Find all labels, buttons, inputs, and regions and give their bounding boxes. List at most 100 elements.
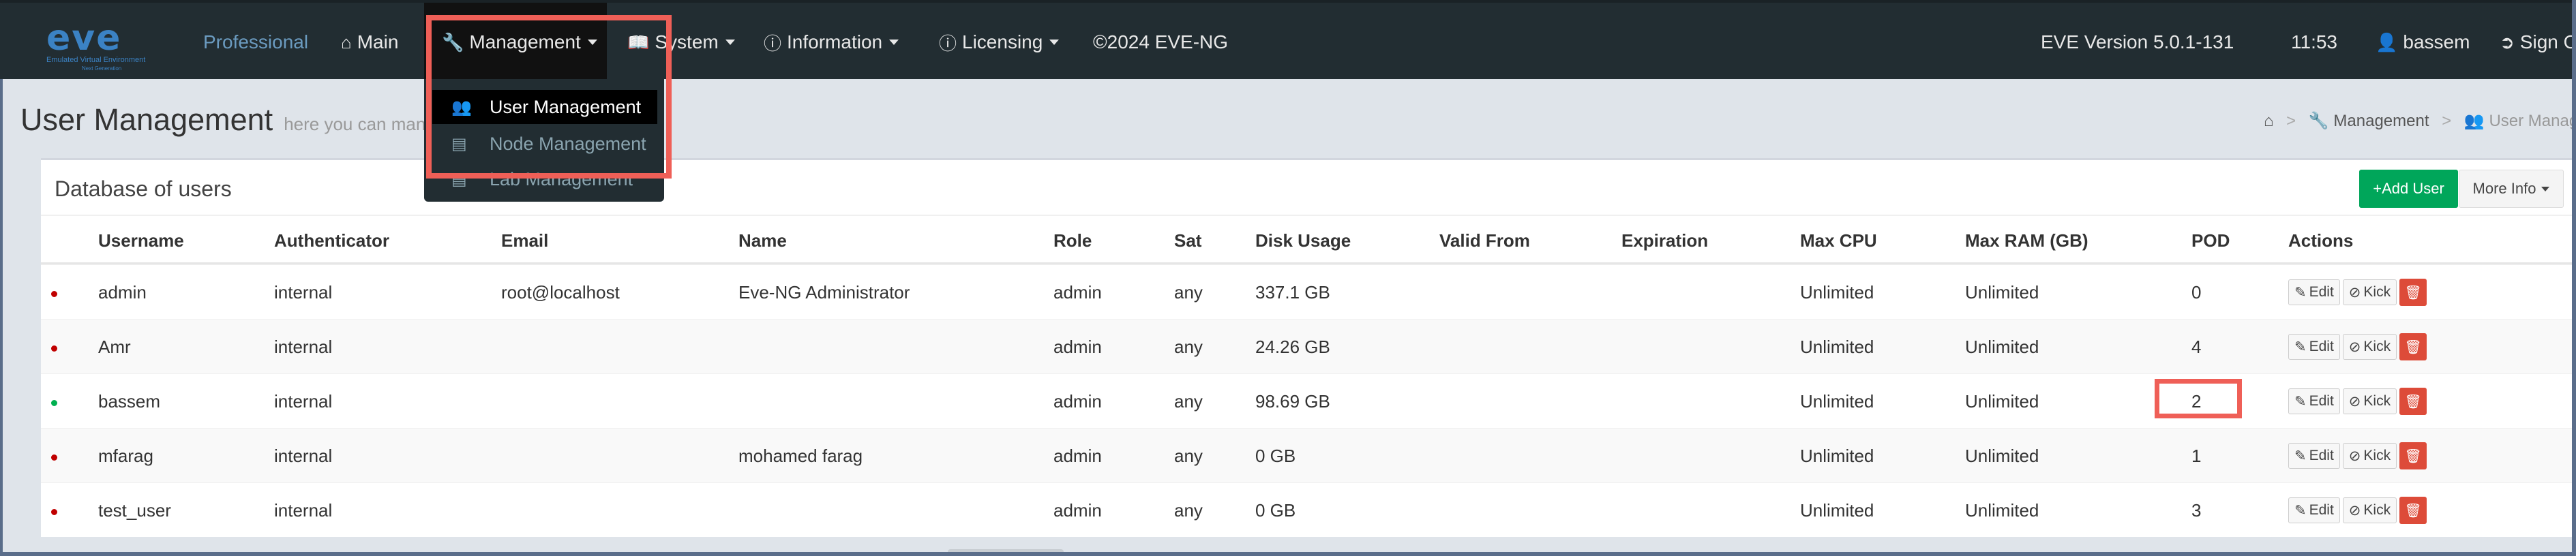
eve-ng-logo[interactable]: eve Emulated Virtual Environment Next Ge… <box>34 16 164 72</box>
status-dot-icon <box>51 345 57 352</box>
page-title-text: User Management <box>20 102 273 137</box>
table-row: test_user internal admin any 0 GB Unlimited Un… <box>41 482 2576 537</box>
cell-max-cpu: Unlimited <box>1800 336 1874 357</box>
nav-user[interactable]: 👤 bassem <box>2376 3 2470 82</box>
more-info-button[interactable]: More Info <box>2459 170 2564 208</box>
cell-username: test_user <box>98 499 171 521</box>
nav-main-label: Main <box>357 31 399 52</box>
nav-professional-label: Professional <box>203 31 309 52</box>
cell-email: root@localhost <box>501 281 620 303</box>
status-dot-icon <box>51 454 57 461</box>
cell-authenticator: internal <box>274 445 333 466</box>
col-valid-from[interactable]: Valid From <box>1439 230 1530 251</box>
nav-professional[interactable]: Professional <box>203 3 308 82</box>
kick-label: Kick <box>2363 339 2391 354</box>
col-sat[interactable]: Sat <box>1174 230 1201 251</box>
divider <box>41 215 2576 216</box>
window-left-border <box>0 0 3 556</box>
nav-signout[interactable]: ➲ Sign Out <box>2500 3 2576 82</box>
col-username[interactable]: Username <box>98 230 184 251</box>
breadcrumb-management[interactable]: Management <box>2333 112 2429 130</box>
edit-user-button[interactable]: ✎ Edit <box>2288 279 2340 305</box>
delete-user-button[interactable]: 🗑 <box>2399 442 2427 469</box>
kick-label: Kick <box>2363 448 2391 463</box>
col-max-ram[interactable]: Max RAM (GB) <box>1965 230 2088 251</box>
edit-user-button[interactable]: ✎ Edit <box>2288 334 2340 360</box>
col-disk-usage[interactable]: Disk Usage <box>1255 230 1351 251</box>
table-row: Amr internal admin any 24.26 GB Unlimited Unli… <box>41 319 2576 373</box>
col-email[interactable]: Email <box>501 230 548 251</box>
info-circle-icon: ⓘ <box>939 33 957 54</box>
nav-management[interactable]: 🔧 Management <box>424 3 607 82</box>
edit-icon: ✎ <box>2294 448 2307 464</box>
cell-max-ram: Unlimited <box>1965 390 2039 412</box>
cell-pod: 0 <box>2191 281 2202 303</box>
kick-user-button[interactable]: ⊘ Kick <box>2342 497 2397 523</box>
nav-information[interactable]: ⓘ Information <box>764 3 899 82</box>
ban-icon: ⊘ <box>2348 393 2361 410</box>
cell-authenticator: internal <box>274 390 333 412</box>
wrench-icon: 🔧 <box>442 31 464 52</box>
breadcrumb-separator: > <box>2286 112 2296 130</box>
edit-user-button[interactable]: ✎ Edit <box>2288 388 2340 414</box>
menu-item-node-management[interactable]: ▤ Node Management <box>424 127 664 161</box>
delete-user-button[interactable]: 🗑 <box>2399 497 2427 524</box>
kick-user-button[interactable]: ⊘ Kick <box>2342 388 2397 414</box>
edit-user-button[interactable]: ✎ Edit <box>2288 497 2340 523</box>
nav-copyright: ©2024 EVE-NG <box>1093 3 1228 82</box>
cell-sat: any <box>1174 499 1203 521</box>
cell-pod: 4 <box>2191 336 2202 357</box>
cell-max-cpu: Unlimited <box>1800 445 1874 466</box>
clock-text: 11:53 <box>2291 31 2337 52</box>
kick-label: Kick <box>2363 393 2391 409</box>
nav-main[interactable]: ⌂ Main <box>341 3 398 82</box>
cell-username: Amr <box>98 336 131 357</box>
delete-user-button[interactable]: 🗑 <box>2399 388 2427 415</box>
logo-text: eve <box>46 18 122 59</box>
home-icon[interactable]: ⌂ <box>2264 112 2274 130</box>
col-expiration[interactable]: Expiration <box>1621 230 1708 251</box>
nav-system[interactable]: 📖 System <box>627 3 735 82</box>
book-icon: 📖 <box>627 31 650 52</box>
menu-item-lab-management[interactable]: ▤ Lab Management <box>424 162 664 196</box>
kick-user-button[interactable]: ⊘ Kick <box>2342 443 2397 469</box>
window-right-border <box>2572 0 2576 556</box>
home-icon: ⌂ <box>341 31 352 52</box>
cell-max-ram: Unlimited <box>1965 445 2039 466</box>
cell-username: mfarag <box>98 445 153 466</box>
delete-user-button[interactable]: 🗑 <box>2399 333 2427 360</box>
top-navbar: eve Emulated Virtual Environment Next Ge… <box>0 0 2576 82</box>
hdd-icon: ▤ <box>451 134 467 153</box>
cell-disk-usage: 337.1 GB <box>1255 281 1330 303</box>
cell-sat: any <box>1174 445 1203 466</box>
edit-icon: ✎ <box>2294 284 2307 300</box>
chevron-down-icon <box>2541 186 2550 191</box>
col-pod[interactable]: POD <box>2191 230 2230 251</box>
col-authenticator[interactable]: Authenticator <box>274 230 389 251</box>
pod-highlight-box <box>2155 379 2242 418</box>
cell-disk-usage: 0 GB <box>1255 499 1296 521</box>
edit-label: Edit <box>2309 284 2334 300</box>
kick-user-button[interactable]: ⊘ Kick <box>2342 279 2397 305</box>
menu-item-user-management[interactable]: 👥 User Management <box>432 90 657 124</box>
hdd-icon: ▤ <box>451 170 467 189</box>
delete-user-button[interactable]: 🗑 <box>2399 279 2427 306</box>
col-name[interactable]: Name <box>738 230 787 251</box>
sign-out-icon: ➲ <box>2500 31 2515 52</box>
breadcrumb-separator: > <box>2442 112 2452 130</box>
nav-licensing[interactable]: ⓘ Licensing <box>939 3 1060 82</box>
cell-username: bassem <box>98 390 161 412</box>
kick-user-button[interactable]: ⊘ Kick <box>2342 334 2397 360</box>
nav-system-label: System <box>655 31 719 52</box>
edit-icon: ✎ <box>2294 502 2307 519</box>
col-role[interactable]: Role <box>1053 230 1092 251</box>
col-max-cpu[interactable]: Max CPU <box>1800 230 1877 251</box>
edit-label: Edit <box>2309 393 2334 409</box>
status-dot-icon <box>51 400 57 406</box>
menu-item-label: User Management <box>490 96 642 117</box>
edit-icon: ✎ <box>2294 393 2307 410</box>
edit-user-button[interactable]: ✎ Edit <box>2288 443 2340 469</box>
cell-max-cpu: Unlimited <box>1800 281 1874 303</box>
chevron-down-icon <box>889 40 899 45</box>
add-user-button[interactable]: +Add User <box>2359 170 2458 208</box>
